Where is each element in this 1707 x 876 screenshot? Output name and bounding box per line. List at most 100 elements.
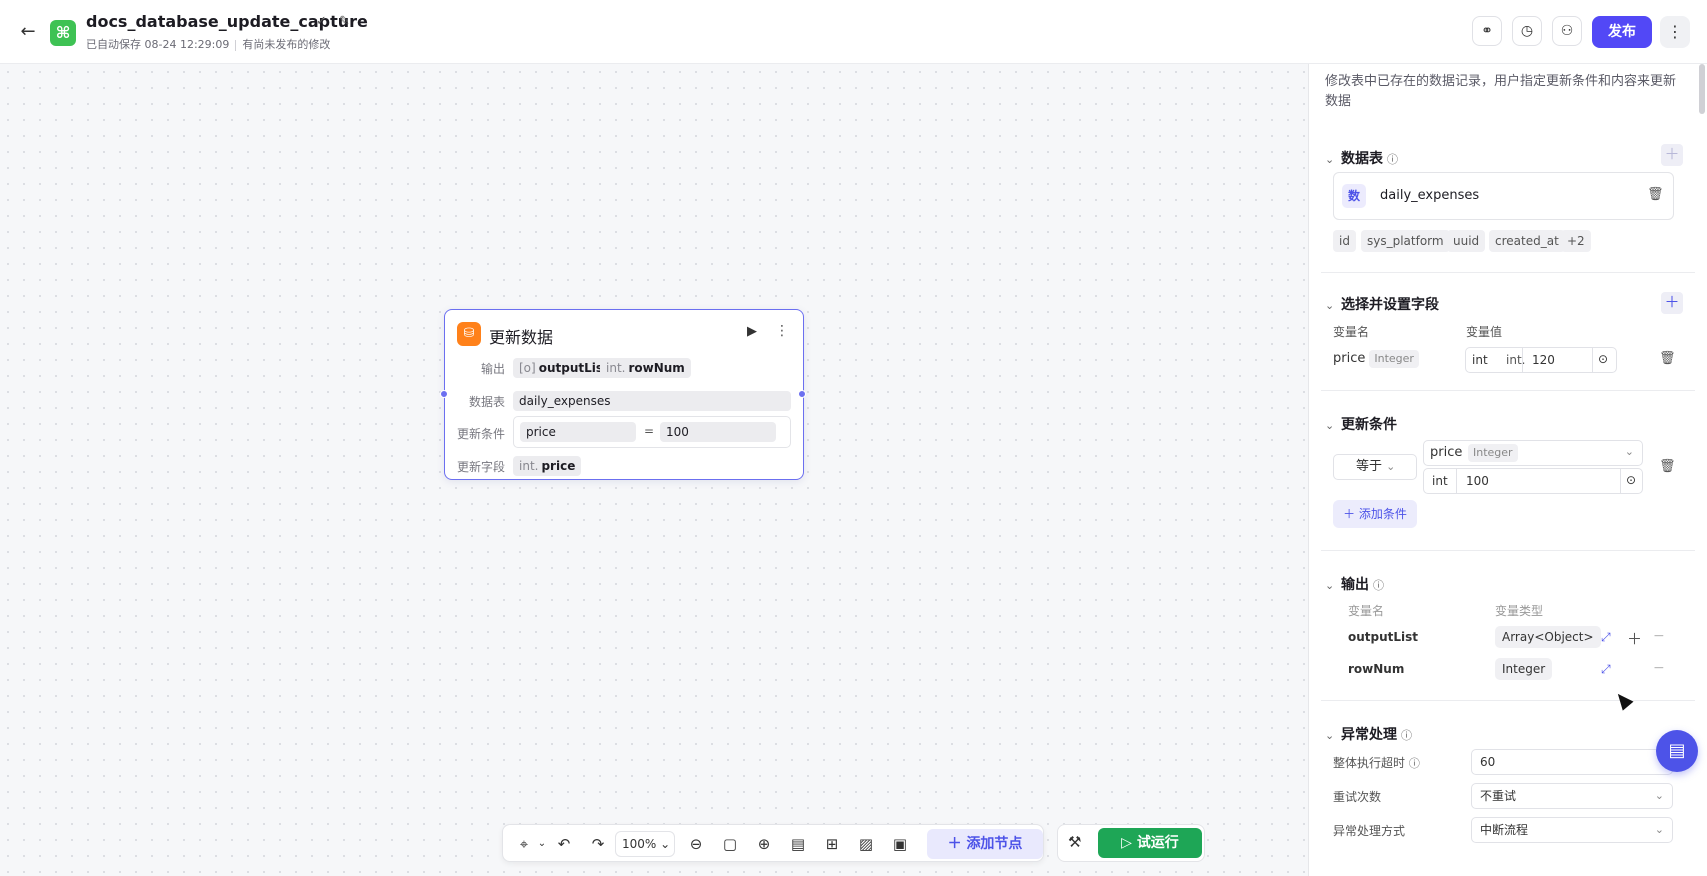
retry-label: 重试次数: [1333, 790, 1382, 804]
field-value-input[interactable]: int int. 120 ⊙: [1465, 347, 1617, 373]
link-icon[interactable]: ⚭: [1472, 16, 1502, 46]
output-label: 输出: [480, 362, 505, 376]
output-tag-rownum: int. rowNum: [600, 358, 691, 378]
chevron-down-icon[interactable]: ⌄: [531, 834, 553, 854]
operator-select[interactable]: 等于 ⌄: [1333, 454, 1417, 480]
error-section-title[interactable]: ⌄ 异常处理 ⓘ: [1325, 724, 1412, 744]
node-more-icon[interactable]: ⋮: [775, 323, 789, 339]
collaborator-icon[interactable]: ⚇: [1552, 16, 1582, 46]
remove-icon[interactable]: −: [1653, 660, 1665, 676]
comment-icon[interactable]: ▤: [787, 834, 809, 854]
condition-row: price = 100: [513, 416, 791, 448]
fit-view-icon[interactable]: ▢: [719, 834, 741, 854]
variable-ref-icon[interactable]: ⊙: [1626, 473, 1636, 487]
more-menu-icon[interactable]: ⋮: [1660, 16, 1690, 48]
column-chip-more[interactable]: +2: [1561, 230, 1591, 252]
output-name-outputlist: outputList: [1348, 630, 1419, 644]
info-icon[interactable]: ⓘ: [1387, 153, 1398, 166]
chevron-down-icon: ⌄: [1624, 445, 1634, 458]
status-divider: [235, 39, 237, 51]
add-condition-button[interactable]: ＋ 添加条件: [1333, 500, 1417, 528]
output-port[interactable]: [798, 390, 806, 398]
undo-icon[interactable]: ↶: [553, 834, 575, 854]
input-port[interactable]: [440, 390, 448, 398]
node-title: 更新数据: [489, 328, 554, 347]
info-icon[interactable]: ⓘ: [1373, 579, 1384, 592]
database-icon: ⛁: [457, 322, 481, 346]
variable-ref-icon[interactable]: ⊙: [1598, 352, 1608, 366]
type-badge: Integer: [1468, 444, 1518, 462]
column-chip: sys_platform: [1361, 230, 1450, 252]
add-node-button[interactable]: ＋ 添加节点: [927, 829, 1043, 859]
info-icon[interactable]: ⓘ: [1401, 729, 1412, 742]
timeout-label: 整体执行超时 ⓘ: [1333, 756, 1420, 770]
column-chip: created_at: [1489, 230, 1565, 252]
edit-pencil-icon[interactable]: ✎: [339, 14, 350, 29]
delete-condition-icon[interactable]: 🗑: [1659, 459, 1676, 474]
divider: [1321, 550, 1695, 551]
run-toolbar: ⚒ ▷ 试运行: [1057, 824, 1205, 862]
chevron-down-icon[interactable]: ⌄: [1325, 299, 1341, 312]
chevron-down-icon[interactable]: ⌄: [1325, 153, 1341, 166]
history-clock-icon[interactable]: ◷: [1512, 16, 1542, 46]
image-icon[interactable]: ▨: [855, 834, 877, 854]
table-section-title[interactable]: ⌄ 数据表 ⓘ: [1325, 148, 1398, 168]
divider: [1321, 390, 1695, 391]
chevron-down-icon[interactable]: ⌄: [1325, 579, 1341, 592]
output-section-title[interactable]: ⌄ 输出 ⓘ: [1325, 574, 1384, 594]
verified-check-icon: ✓: [316, 14, 327, 29]
layout-icon[interactable]: ⊞: [821, 834, 843, 854]
zoom-in-icon[interactable]: ⊕: [753, 834, 775, 854]
assistant-chat-icon[interactable]: ▤: [1656, 730, 1698, 772]
zoom-out-icon[interactable]: ⊖: [685, 834, 707, 854]
value-type-int: int: [1432, 474, 1448, 488]
info-icon[interactable]: ⓘ: [1409, 757, 1420, 770]
type-badge: Integer: [1369, 350, 1419, 368]
condition-right: 100: [660, 422, 776, 442]
delete-table-icon[interactable]: 🗑: [1647, 187, 1664, 202]
zoom-select[interactable]: 100% ⌄: [615, 831, 675, 857]
column-chip: uuid: [1447, 230, 1486, 252]
wrench-icon[interactable]: ⚒: [1068, 833, 1081, 851]
col-value-header: 变量值: [1466, 325, 1503, 339]
autosave-text: 已自动保存 08-24 12:29:09: [86, 38, 230, 51]
handling-label: 异常处理方式: [1333, 824, 1406, 838]
back-arrow-icon[interactable]: ←: [18, 22, 38, 42]
condition-value-input[interactable]: int 100 ⊙: [1423, 468, 1643, 494]
handling-select[interactable]: 中断流程 ⌄: [1471, 817, 1673, 843]
chevron-down-icon: ⌄: [1654, 789, 1664, 802]
fields-label: 更新字段: [456, 460, 505, 474]
retry-select[interactable]: 不重试 ⌄: [1471, 783, 1673, 809]
condition-value: 100: [1466, 474, 1489, 488]
redo-icon[interactable]: ↷: [587, 834, 609, 854]
value-divider: [1620, 469, 1621, 493]
value-divider: [1592, 348, 1593, 372]
canvas-toolbar: ⌖ ⌄ ↶ ↷ 100% ⌄ ⊖ ▢ ⊕ ▤ ⊞ ▨ ▣ ＋ 添加节点: [502, 824, 1044, 862]
chevron-down-icon[interactable]: ⌄: [1325, 419, 1341, 432]
condition-section-title[interactable]: ⌄ 更新条件: [1325, 414, 1397, 434]
fields-section-title[interactable]: ⌄ 选择并设置字段: [1325, 294, 1439, 314]
play-icon[interactable]: ▶: [747, 324, 757, 339]
timeout-input[interactable]: 60: [1471, 749, 1673, 775]
publish-button[interactable]: 发布: [1592, 16, 1652, 48]
delete-field-icon[interactable]: 🗑: [1659, 351, 1676, 366]
output-name-rownum: rowNum: [1348, 662, 1405, 676]
test-run-button[interactable]: ▷ 试运行: [1098, 828, 1202, 858]
minimap-icon[interactable]: ▣: [889, 834, 911, 854]
panel-scrollbar[interactable]: [1699, 64, 1705, 114]
expand-icon[interactable]: ⤢: [1601, 662, 1611, 677]
chevron-down-icon[interactable]: ⌄: [1325, 729, 1341, 742]
expand-icon[interactable]: ⤢: [1601, 630, 1611, 645]
database-card[interactable]: 数 daily_expenses 🗑: [1333, 172, 1674, 220]
condition-field-select[interactable]: price Integer ⌄: [1423, 440, 1643, 466]
add-field-button[interactable]: ＋: [1661, 292, 1683, 314]
chevron-down-icon: ⌄: [1654, 823, 1664, 836]
col-name-header: 变量名: [1333, 325, 1370, 339]
output-type-integer: Integer: [1495, 658, 1553, 680]
add-table-button[interactable]: ＋: [1661, 144, 1683, 166]
add-child-icon[interactable]: ＋: [1627, 628, 1642, 649]
remove-icon[interactable]: −: [1653, 628, 1665, 644]
update-data-node[interactable]: ⛁ 更新数据 ▶ ⋮ 输出 [o] outputList int. rowNum 数…: [440, 309, 806, 480]
top-header: ← ⌘ docs_database_update_capture ✓ ✎ 已自动…: [0, 0, 1707, 64]
output-type-array: Array<Object>: [1495, 626, 1601, 648]
